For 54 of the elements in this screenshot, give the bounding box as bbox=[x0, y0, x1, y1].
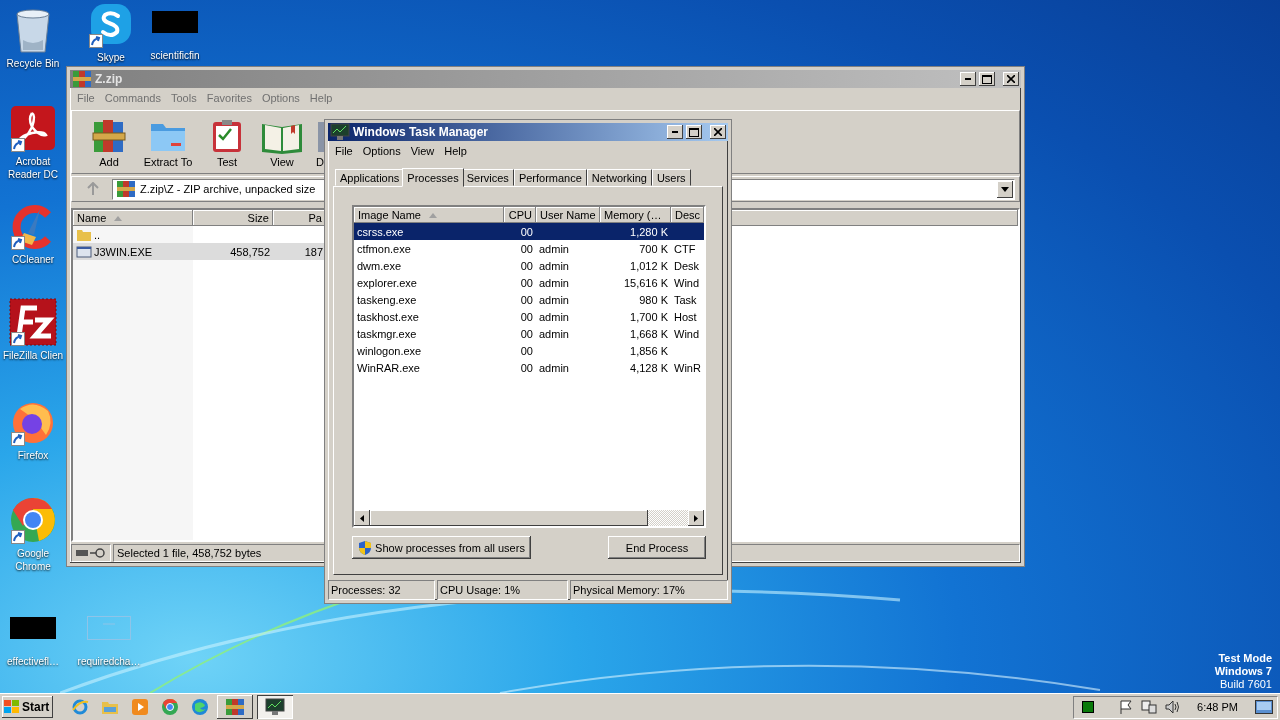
process-name: dwm.exe bbox=[356, 259, 403, 272]
cpu-value: 00 bbox=[519, 310, 534, 323]
process-name: explorer.exe bbox=[356, 276, 418, 289]
user-name: admin bbox=[538, 276, 570, 289]
status-text: Selected 1 file, 458,752 bytes bbox=[117, 547, 262, 559]
user-name: admin bbox=[538, 327, 570, 340]
system-notice: Windows 7 bbox=[1214, 665, 1272, 678]
process-name: taskeng.exe bbox=[356, 293, 418, 306]
memory-value: 4,128 K bbox=[629, 361, 669, 374]
packed-size: 187 bbox=[303, 245, 324, 258]
memory-value: 1,700 K bbox=[629, 310, 669, 323]
memory-value: 700 K bbox=[638, 242, 669, 255]
description: Wind bbox=[673, 327, 701, 340]
file-name: .. bbox=[73, 227, 193, 242]
description: Task bbox=[673, 293, 698, 306]
memory-value: 1,668 K bbox=[629, 327, 669, 340]
cpu-value: 00 bbox=[519, 276, 534, 289]
user-name: admin bbox=[538, 310, 570, 323]
cpu-value: 00 bbox=[519, 293, 534, 306]
memory-value: 1,856 K bbox=[629, 344, 669, 357]
description: Host bbox=[673, 310, 698, 323]
process-name: taskmgr.exe bbox=[356, 327, 418, 340]
memory-value: 15,616 K bbox=[622, 276, 669, 289]
process-name: taskhost.exe bbox=[356, 310, 420, 323]
user-name: admin bbox=[538, 361, 570, 374]
cpu-value: 00 bbox=[519, 327, 534, 340]
memory-value: 1,012 K bbox=[629, 259, 669, 272]
memory-value: 1,280 K bbox=[629, 225, 669, 238]
file-size: 458,752 bbox=[229, 245, 271, 258]
window-title: Windows Task Manager bbox=[353, 125, 490, 139]
description: Wind bbox=[673, 276, 701, 289]
status-text: CPU Usage: 1% bbox=[437, 580, 568, 600]
description: WinR bbox=[673, 361, 702, 374]
cpu-value: 00 bbox=[519, 344, 534, 357]
process-name: ctfmon.exe bbox=[356, 242, 412, 255]
status-text: Processes: 32 bbox=[328, 580, 435, 600]
window-title: Z.zip bbox=[95, 72, 124, 86]
user-name: admin bbox=[538, 242, 570, 255]
description: CTF bbox=[673, 242, 697, 255]
process-name: WinRAR.exe bbox=[356, 361, 421, 374]
file-name: J3WIN.EXE bbox=[73, 244, 193, 259]
system-notice: Test Mode bbox=[1218, 652, 1272, 665]
process-name: csrss.exe bbox=[356, 225, 405, 238]
user-name: admin bbox=[538, 293, 570, 306]
user-name: admin bbox=[538, 259, 570, 272]
memory-value: 980 K bbox=[638, 293, 669, 306]
cpu-value: 00 bbox=[519, 242, 534, 255]
process-name: winlogon.exe bbox=[356, 344, 423, 357]
cpu-value: 00 bbox=[519, 259, 534, 272]
system-notice: Build 7601 bbox=[1220, 678, 1272, 691]
status-text: Physical Memory: 17% bbox=[570, 580, 728, 600]
cpu-value: 00 bbox=[519, 225, 534, 238]
cpu-value: 00 bbox=[519, 361, 534, 374]
description: Desk bbox=[673, 259, 701, 272]
